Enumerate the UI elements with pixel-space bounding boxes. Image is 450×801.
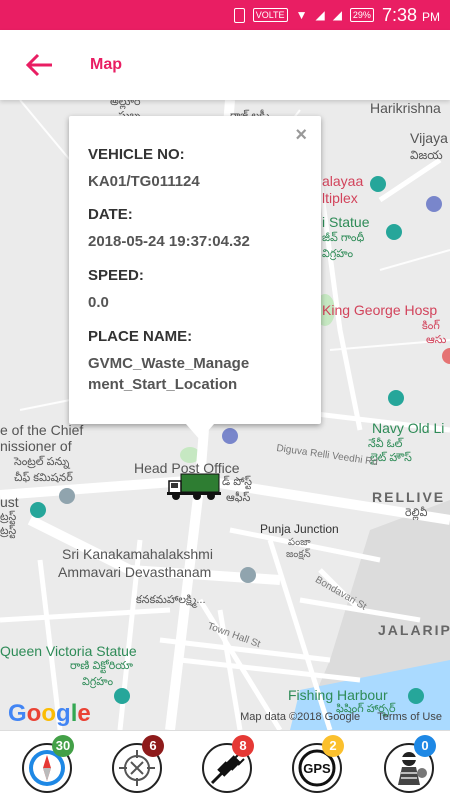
poi-marker-icon[interactable] (408, 688, 424, 704)
map-label: రాణి విక్టోరియా (70, 660, 133, 672)
popup-tail (186, 424, 214, 440)
speed-label: SPEED: (88, 267, 144, 284)
map-label: e of the Chief (0, 422, 84, 438)
nav-badge: 2 (322, 735, 344, 757)
nav-gps-off[interactable]: 6 (112, 735, 164, 793)
map-label: ఆఫీస్ (226, 492, 251, 504)
poi-marker-icon[interactable] (386, 224, 402, 240)
date-field: DATE: 2018-05-24 19:37:04.32 (88, 206, 250, 252)
map-label: King George Hosp (322, 302, 438, 318)
map-label: Navy Old Li (372, 420, 445, 436)
map-label: JALARIPE (378, 622, 450, 638)
vehicle-field: VEHICLE NO: KA01/TG011124 (88, 146, 200, 192)
map-label: alayaa (322, 173, 364, 189)
battery-label: 29% (349, 8, 374, 22)
map-label: నేవీ ఓల్ (368, 438, 403, 450)
map-label: ట్రస్ట్ (0, 511, 17, 523)
map-label: ltiplex (322, 190, 358, 206)
nav-gps[interactable]: GPS 2 (292, 735, 344, 793)
terms-link[interactable]: Terms of Use (377, 711, 442, 723)
poi-marker-icon[interactable] (370, 176, 386, 192)
map-label: Fishing Harbour (288, 687, 388, 703)
vehicle-value: KA01/TG011124 (88, 173, 200, 190)
svg-text:GPS: GPS (303, 761, 331, 776)
truck-marker-icon[interactable] (167, 471, 221, 501)
map-label: చీఫ్ కమిషనర్ (14, 472, 73, 484)
map-label: Harikrishna (370, 100, 441, 116)
map-label: ust (0, 494, 19, 510)
map-label: nissioner of (0, 438, 72, 454)
map-label: Vijaya (410, 130, 448, 146)
nav-badge: 6 (142, 735, 164, 757)
poi-marker-icon[interactable] (30, 502, 46, 518)
map-label: ట్రస్ట్ (0, 525, 17, 537)
nav-compass[interactable]: 30 (22, 735, 74, 793)
poi-marker-icon[interactable] (114, 688, 130, 704)
map-label: ఆసు (426, 334, 447, 346)
date-label: DATE: (88, 206, 133, 223)
speed-field: SPEED: 0.0 (88, 267, 144, 313)
nav-badge: 0 (414, 735, 436, 757)
map-label: డ్ పోస్ట్ (222, 476, 253, 488)
map-data-label: Map data ©2018 Google (240, 711, 361, 723)
map-label: విగ్రహం (322, 248, 354, 260)
nav-thief[interactable]: 0 (384, 735, 436, 793)
wifi-icon: ▼ (295, 8, 308, 22)
poi-marker-icon[interactable] (388, 390, 404, 406)
date-value: 2018-05-24 19:37:04.32 (88, 233, 250, 250)
map-label: Sri Kanakamahalakshmi (62, 546, 213, 562)
place-label: PLACE NAME: (88, 328, 193, 345)
map-label: విగ్రహం (82, 676, 114, 688)
poi-marker-icon[interactable] (59, 488, 75, 504)
map-label: విజయ (410, 148, 443, 162)
map-attribution: Map data ©2018 Google Terms of Use (226, 711, 442, 723)
poi-marker-icon[interactable] (240, 567, 256, 583)
app-bar: Map (0, 30, 450, 100)
map-label: రెల్లివీ (405, 507, 428, 519)
map-label: కింగ్ (422, 320, 440, 332)
place-field: PLACE NAME: GVMC_Waste_Manage ment_Start… (88, 328, 249, 395)
bottom-nav: 30 6 8 GPS 2 0 (0, 730, 450, 801)
map-label: RELLIVE (372, 489, 446, 505)
nav-unplugged[interactable]: 8 (202, 735, 254, 793)
page-title: Map (90, 56, 122, 73)
vehicle-info-popup: × VEHICLE NO: KA01/TG011124 DATE: 2018-0… (69, 116, 321, 440)
vehicle-label: VEHICLE NO: (88, 146, 185, 163)
clock: 7:38 PM (381, 4, 440, 25)
map-label: Punja Junction (260, 522, 339, 536)
place-value: GVMC_Waste_Manage ment_Start_Location (88, 355, 250, 393)
map-label: సెంట్రల్ పన్ను (14, 456, 70, 468)
map-label: కనకమహాలక్ష్మి... (136, 594, 206, 606)
poi-marker-icon[interactable] (222, 428, 238, 444)
speed-value: 0.0 (88, 294, 109, 311)
map-label: Queen Victoria Statue (0, 643, 137, 659)
google-logo: Google (8, 700, 91, 727)
status-bar: VOLTE ▼ ◢ ◢ 29% 7:38 PM (0, 0, 450, 30)
signal-icon-2: ◢ (332, 8, 342, 22)
nav-badge: 30 (52, 735, 74, 757)
map-label: జంక్షన్ (286, 549, 311, 560)
sim-icon (233, 7, 245, 23)
status-icons: VOLTE ▼ ◢ ◢ 29% 7:38 PM (233, 0, 440, 30)
nav-badge: 8 (232, 735, 254, 757)
back-arrow-icon[interactable] (24, 52, 54, 78)
map-label: i Statue (322, 214, 370, 230)
poi-marker-icon[interactable] (426, 196, 442, 212)
signal-icon: ◢ (315, 8, 325, 22)
map-label: Ammavari Devasthanam (58, 564, 212, 580)
map-label: జీవ్ గాంధీ (322, 232, 365, 244)
close-icon[interactable]: × (295, 124, 307, 147)
network-label: VOLTE (252, 8, 288, 22)
